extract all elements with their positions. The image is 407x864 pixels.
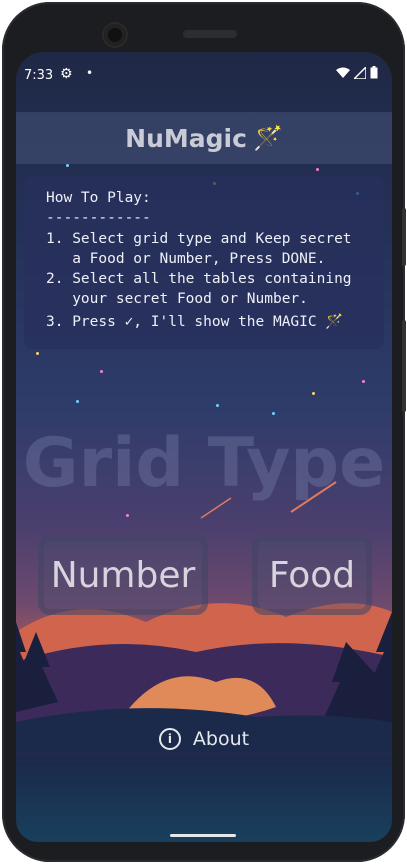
how-to-play-divider: ------------ — [46, 210, 151, 226]
volume-button — [402, 320, 406, 412]
food-grid-button[interactable]: Food — [252, 535, 372, 615]
star — [36, 352, 39, 355]
star — [66, 164, 69, 167]
number-grid-button[interactable]: Number — [38, 535, 208, 615]
gear-icon: ⚙ — [60, 66, 73, 82]
gesture-nav-handle[interactable] — [170, 834, 236, 837]
app-bar: NuMagic 🪄 — [16, 112, 392, 164]
instruction-line: your secret Food or Number. — [46, 291, 308, 307]
star — [312, 392, 315, 395]
battery-icon — [370, 66, 378, 79]
status-time: 7:33 — [24, 68, 54, 83]
status-icons — [336, 66, 378, 79]
how-to-play-card: How To Play: ------------ 1. Select grid… — [24, 176, 384, 349]
app-title: NuMagic — [125, 123, 247, 153]
status-bar: 7:33 ⚙ • — [16, 52, 392, 100]
app-screen: 7:33 ⚙ • NuMagic 🪄 How To Play: --------… — [16, 52, 392, 842]
front-camera — [104, 24, 126, 46]
top-bezel — [2, 2, 405, 54]
instruction-line: a Food or Number, Press DONE. — [46, 251, 326, 267]
star — [272, 412, 275, 415]
instruction-line: 1. Select grid type and Keep secret — [46, 231, 352, 247]
power-button — [402, 208, 406, 266]
about-link[interactable]: i About — [16, 728, 392, 750]
shooting-star — [200, 497, 232, 519]
shooting-stars — [200, 481, 337, 519]
shooting-star — [290, 481, 337, 513]
star — [216, 404, 219, 407]
signal-icon — [354, 66, 366, 79]
star — [126, 514, 129, 517]
instruction-line: 3. Press ✓, I'll show the MAGIC 🪄 — [46, 314, 344, 330]
how-to-play-title: How To Play: — [46, 190, 151, 206]
instruction-line: 2. Select all the tables containing — [46, 271, 352, 287]
wifi-icon — [336, 67, 350, 78]
star — [76, 400, 79, 403]
magic-wand-icon: 🪄 — [252, 124, 283, 152]
star — [100, 370, 103, 373]
notification-dot: • — [86, 66, 94, 80]
star — [362, 380, 365, 383]
star — [316, 168, 319, 171]
earpiece-speaker — [183, 30, 237, 38]
info-icon: i — [158, 728, 181, 750]
phone-frame: 7:33 ⚙ • NuMagic 🪄 How To Play: --------… — [2, 2, 406, 862]
about-label: About — [192, 728, 250, 750]
